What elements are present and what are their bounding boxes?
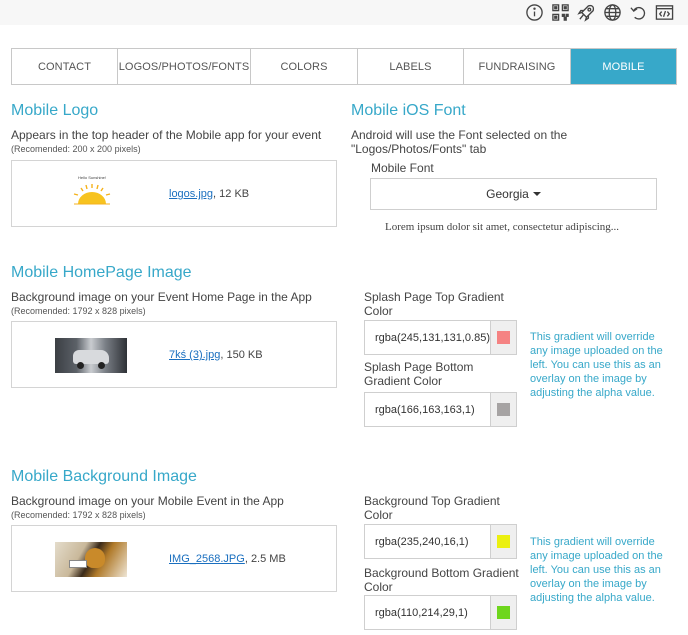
- car-wheel-front: [77, 362, 84, 369]
- tab-colors[interactable]: COLORS: [251, 49, 358, 84]
- splash-top-gradient-value[interactable]: rgba(245,131,131,0.85): [365, 321, 490, 354]
- mobile-logo-file-size: , 12 KB: [213, 188, 250, 200]
- mobile-logo-upload-box[interactable]: Hello Sunshine! logos.jpg, 12 KB: [11, 160, 337, 227]
- background-top-gradient-value[interactable]: rgba(235,240,16,1): [365, 525, 490, 558]
- splash-gradient-hint: This gradient will override any image up…: [530, 331, 663, 399]
- background-bottom-gradient-value[interactable]: rgba(110,214,29,1): [365, 596, 490, 629]
- mobile-font-label: Mobile Font: [371, 161, 434, 175]
- background-top-gradient-label: Background Top Gradient Color: [364, 494, 500, 522]
- background-image-title: Mobile Background Image: [11, 468, 197, 485]
- homepage-image-file-size: , 150 KB: [220, 349, 263, 361]
- ios-font-description: Android will use the Font selected on th…: [351, 128, 568, 156]
- thumb-object: [85, 548, 105, 568]
- background-image-recommended: (Recomended: 1792 x 828 pixels): [11, 510, 146, 520]
- homepage-image-upload-box[interactable]: 7kś (3).jpg, 150 KB: [11, 321, 337, 388]
- color-swatch: [497, 403, 510, 416]
- mobile-logo-file-info: logos.jpg, 12 KB: [169, 188, 249, 200]
- color-swatch: [497, 606, 510, 619]
- mobile-logo-thumbnail: Hello Sunshine!: [70, 171, 114, 215]
- splash-bottom-gradient-value[interactable]: rgba(166,163,163,1): [365, 393, 490, 426]
- homepage-image-description: Background image on your Event Home Page…: [11, 290, 312, 304]
- qr-code-icon[interactable]: [550, 2, 570, 22]
- splash-bottom-gradient-label: Splash Page Bottom Gradient Color: [364, 360, 474, 388]
- mobile-font-selected: Georgia: [486, 187, 529, 201]
- background-image-file-size: , 2.5 MB: [244, 553, 286, 565]
- homepage-image-title: Mobile HomePage Image: [11, 264, 192, 281]
- homepage-image-file-info: 7kś (3).jpg, 150 KB: [169, 349, 263, 361]
- code-icon[interactable]: [654, 2, 674, 22]
- background-top-gradient-picker[interactable]: [490, 525, 516, 558]
- settings-tabs: CONTACT LOGOS/PHOTOS/FONTS COLORS LABELS…: [11, 48, 677, 85]
- thumb-label: [69, 560, 87, 568]
- homepage-image-thumbnail: [55, 338, 127, 373]
- globe-icon[interactable]: [602, 2, 622, 22]
- tab-labels[interactable]: LABELS: [358, 49, 464, 84]
- background-bottom-gradient-picker[interactable]: [490, 596, 516, 629]
- car-wheel-back: [98, 362, 105, 369]
- color-swatch: [497, 535, 510, 548]
- background-bottom-gradient-input[interactable]: rgba(110,214,29,1): [364, 595, 517, 630]
- splash-bottom-gradient-input[interactable]: rgba(166,163,163,1): [364, 392, 517, 427]
- tab-logos-photos-fonts[interactable]: LOGOS/PHOTOS/FONTS: [118, 49, 251, 84]
- background-image-upload-box[interactable]: IMG_2568.JPG, 2.5 MB: [11, 525, 337, 592]
- color-swatch: [497, 331, 510, 344]
- splash-top-gradient-input[interactable]: rgba(245,131,131,0.85): [364, 320, 517, 355]
- homepage-image-recommended: (Recomended: 1792 x 828 pixels): [11, 306, 146, 316]
- mobile-logo-recommended: (Recomended: 200 x 200 pixels): [11, 144, 141, 154]
- toolbar-icons: [524, 2, 674, 22]
- mobile-logo-file-link[interactable]: logos.jpg: [169, 188, 213, 200]
- splash-top-gradient-label: Splash Page Top Gradient Color: [364, 290, 504, 318]
- tab-mobile[interactable]: MOBILE: [571, 49, 676, 84]
- rocket-icon[interactable]: [576, 2, 596, 22]
- splash-bottom-gradient-picker[interactable]: [490, 393, 516, 426]
- background-image-file-link[interactable]: IMG_2568.JPG: [169, 553, 245, 565]
- mobile-font-select[interactable]: Georgia: [370, 178, 657, 210]
- tab-contact[interactable]: CONTACT: [12, 49, 118, 84]
- top-toolbar: [0, 0, 688, 25]
- chevron-down-icon: [532, 192, 541, 196]
- background-gradient-hint: This gradient will override any image up…: [530, 536, 663, 604]
- background-bottom-gradient-label: Background Bottom Gradient Color: [364, 566, 519, 594]
- background-image-description: Background image on your Mobile Event in…: [11, 494, 284, 508]
- tab-fundraising[interactable]: FUNDRAISING: [464, 49, 571, 84]
- ios-font-title: Mobile iOS Font: [351, 102, 466, 119]
- mobile-logo-title: Mobile Logo: [11, 102, 99, 119]
- background-top-gradient-input[interactable]: rgba(235,240,16,1): [364, 524, 517, 559]
- font-preview-text: Lorem ipsum dolor sit amet, consectetur …: [385, 221, 620, 233]
- sun-logo-icon: [73, 184, 111, 205]
- info-icon[interactable]: [524, 2, 544, 22]
- homepage-image-file-link[interactable]: 7kś (3).jpg: [169, 349, 220, 361]
- mobile-logo-description: Appears in the top header of the Mobile …: [11, 128, 322, 142]
- undo-icon[interactable]: [628, 2, 648, 22]
- splash-top-gradient-picker[interactable]: [490, 321, 516, 354]
- background-image-file-info: IMG_2568.JPG, 2.5 MB: [169, 553, 286, 565]
- background-image-thumbnail: [55, 542, 127, 577]
